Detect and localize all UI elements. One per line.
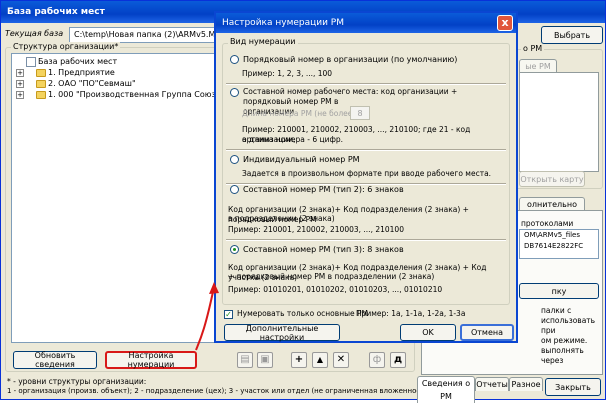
close-icon[interactable]: x	[497, 15, 513, 31]
numbering-type-label: Вид нумерации	[228, 37, 298, 46]
tree-item[interactable]: + 2. ОАО "ПО"Севмаш"	[16, 78, 136, 89]
checkmark-icon[interactable]: ✓	[224, 309, 233, 319]
footnote-text: 1 - организация (произв. объект); 2 - по…	[7, 387, 434, 395]
option-type3[interactable]: Составной номер РМ (тип 3): 8 знаков	[230, 245, 404, 254]
numbering-dialog: Настройка нумерации РМ x Вид нумерации П…	[214, 11, 518, 343]
radio-individual[interactable]	[230, 155, 239, 164]
open-card-button[interactable]: Открыть карту	[519, 171, 585, 187]
db-path-line: OM\ARMv5_files	[524, 231, 581, 239]
length-field[interactable]: 8	[350, 106, 370, 120]
info-line: ом режиме.	[541, 336, 588, 345]
radio-type2[interactable]	[230, 185, 239, 194]
expand-icon[interactable]: +	[16, 79, 24, 88]
option-individual[interactable]: Индивидуальный номер РМ	[230, 155, 360, 164]
current-base-label: Текущая база	[5, 29, 64, 38]
ok-button[interactable]: OK	[400, 324, 456, 341]
radio-ordinal[interactable]	[230, 55, 239, 64]
paste-icon[interactable]: ▣	[257, 352, 273, 368]
option-example: Пример: 210001, 210002, 210003, ..., 210…	[228, 225, 404, 234]
tree-root[interactable]: База рабочих мест	[16, 56, 117, 67]
db-path-field[interactable]: OM\ARMv5_files DB7614E2822FC	[519, 229, 599, 259]
main-rm-only-checkbox[interactable]: ✓ Нумеровать только основные РМ	[224, 309, 368, 319]
tab-additional[interactable]: олнительно	[519, 197, 585, 211]
separator	[226, 149, 506, 151]
f-letter-icon[interactable]: ф	[369, 352, 385, 368]
tab-misc[interactable]: Разное	[509, 377, 543, 391]
option-desc: в подразделении (2 знака)	[228, 214, 335, 223]
tab-rm-info[interactable]: Сведения о РМ	[417, 376, 475, 403]
radio-type3[interactable]	[230, 245, 239, 254]
add-icon[interactable]: +	[291, 352, 307, 368]
expand-icon[interactable]: +	[16, 68, 24, 77]
tree-label: База рабочих мест	[38, 57, 118, 66]
option-title: Составной номер РМ (тип 3): 8 знаков	[243, 245, 404, 254]
option-title: Составной номер рабочего места: код орга…	[243, 87, 458, 106]
separator	[226, 239, 506, 241]
tab-reports[interactable]: Отчеты	[475, 377, 509, 391]
folder-icon	[36, 68, 46, 77]
tree-item[interactable]: + 1. Предприятие	[16, 67, 115, 78]
checkbox-label: Нумеровать только основные РМ	[237, 309, 369, 318]
option-example: а длина номера - 6 цифр.	[242, 135, 344, 144]
option-example: Пример: 01010201, 01010202, 01010203, ..…	[228, 285, 443, 294]
option-desc: + порядковый номер РМ в подразделении (2…	[228, 272, 435, 281]
protocols-label: протоколами	[521, 219, 574, 228]
rm-info-label: о РМ	[521, 44, 545, 53]
option-title: Порядковый номер в организации (по умолч…	[243, 55, 458, 64]
footnote-title: * - уровни структуры организации:	[7, 377, 147, 386]
expand-icon[interactable]: +	[16, 90, 24, 99]
info-line: палки с	[541, 306, 572, 315]
separator	[226, 83, 506, 85]
tree-label: 1. Предприятие	[48, 68, 115, 77]
db-path-line: DB7614E2822FC	[524, 242, 584, 250]
delete-icon[interactable]: ✕	[333, 352, 349, 368]
info-text: палки с использовать при ом режиме. выпо…	[541, 306, 605, 366]
d-letter-icon[interactable]: д	[390, 352, 406, 368]
tree-item-selected[interactable]: + 1. 000 "Производственная Группа СоюзПр…	[16, 89, 244, 100]
folder-icon	[36, 90, 46, 99]
folder-button[interactable]: пку	[519, 283, 599, 299]
folder-icon	[36, 79, 46, 88]
option-title: Составной номер РМ (тип 2): 6 знаков	[243, 185, 404, 194]
copy-icon[interactable]: ▤	[237, 352, 253, 368]
update-button[interactable]: Обновить сведения	[13, 351, 97, 369]
option-ordinal[interactable]: Порядковый номер в организации (по умолч…	[230, 55, 457, 64]
numbering-settings-button[interactable]: Настройка нумерации	[105, 351, 197, 369]
option-example: Пример: 1, 2, 3, ..., 100	[242, 69, 333, 78]
radio-composite[interactable]	[230, 88, 239, 97]
advanced-settings-button[interactable]: Дополнительные настройки	[224, 324, 340, 342]
option-title: Индивидуальный номер РМ	[243, 155, 360, 164]
select-button[interactable]: Выбрать	[541, 26, 603, 44]
database-icon	[26, 56, 36, 67]
option-example: Задается в произвольном формате при ввод…	[242, 169, 492, 178]
length-label: Длина номера РМ (не более 8):	[242, 109, 365, 118]
info-line: выполнять через	[541, 346, 584, 365]
option-type2[interactable]: Составной номер РМ (тип 2): 6 знаков	[230, 185, 404, 194]
tree-label: 2. ОАО "ПО"Севмаш"	[48, 79, 136, 88]
checkbox-example: Пример: 1а, 1-1а, 1-2а, 1-3а	[356, 309, 466, 318]
tab-main-rm[interactable]: ые РМ	[519, 59, 557, 73]
cancel-button[interactable]: Отмена	[460, 324, 514, 341]
up-arrow-icon[interactable]: ▲	[312, 352, 328, 368]
org-structure-label: Структура организации*	[11, 42, 121, 51]
dialog-title: Настройка нумерации РМ	[216, 13, 516, 33]
rm-list	[519, 72, 599, 172]
close-button[interactable]: Закрыть	[545, 378, 601, 396]
info-line: использовать при	[541, 316, 596, 335]
